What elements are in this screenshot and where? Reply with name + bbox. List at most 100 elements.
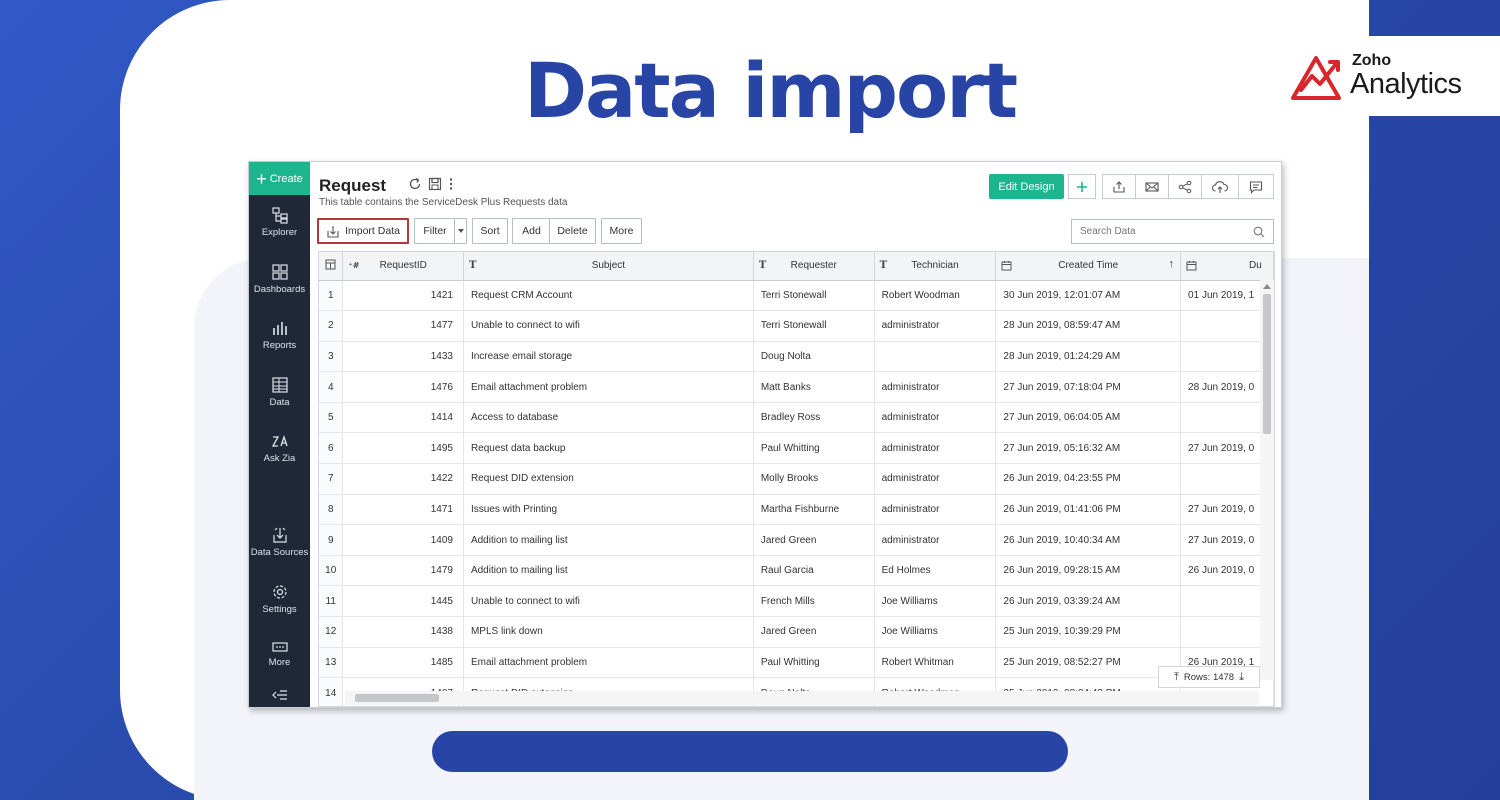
row-number[interactable]: 2 <box>319 310 344 342</box>
cell-created-time[interactable]: 27 Jun 2019, 05:16:32 AM <box>995 432 1182 465</box>
column-header-requestid[interactable]: ⁺# RequestID <box>342 252 464 281</box>
row-number[interactable]: 6 <box>319 432 344 465</box>
cell-created-time[interactable]: 27 Jun 2019, 07:18:04 PM <box>995 371 1182 403</box>
row-number[interactable]: 14 <box>319 677 344 706</box>
comments-button[interactable] <box>1238 174 1274 199</box>
cell-requester[interactable]: Martha Fishburne <box>753 494 875 526</box>
edit-design-button[interactable]: Edit Design <box>989 174 1064 199</box>
sidebar-item-explorer[interactable]: Explorer <box>249 206 310 256</box>
cell-subject[interactable]: Access to database <box>463 402 754 434</box>
cell-subject[interactable]: Email attachment problem <box>463 647 754 679</box>
row-number[interactable]: 12 <box>319 616 344 648</box>
cell-technician[interactable]: Ed Holmes <box>874 555 997 587</box>
cell-requester[interactable]: Paul Whitting <box>753 432 875 465</box>
cell-created-time[interactable]: 27 Jun 2019, 06:04:05 AM <box>995 402 1182 434</box>
row-number[interactable]: 5 <box>319 402 344 434</box>
cell-technician[interactable]: Robert Whitman <box>874 647 997 679</box>
row-number[interactable]: 3 <box>319 341 344 373</box>
sort-ascending-icon[interactable]: ↑ <box>1169 258 1175 270</box>
table-row[interactable]: 5 1414 Access to database Bradley Ross admin… <box>319 402 1274 434</box>
scroll-up-icon[interactable] <box>1263 283 1271 289</box>
scroll-bottom-icon[interactable]: ⤓ <box>1239 671 1244 684</box>
cell-subject[interactable]: Request data backup <box>463 432 754 465</box>
cell-technician[interactable] <box>874 341 997 373</box>
cell-requestid[interactable]: 1422 <box>342 463 464 495</box>
export-button[interactable] <box>1102 174 1136 199</box>
cell-requestid[interactable]: 1477 <box>342 310 464 342</box>
table-row[interactable]: 4 1476 Email attachment problem Matt Banks a… <box>319 371 1274 403</box>
cell-requestid[interactable]: 1409 <box>342 524 464 556</box>
row-number[interactable]: 11 <box>319 585 344 618</box>
column-header-subject[interactable]: T Subject <box>463 252 754 281</box>
table-row[interactable]: 1 1421 Request CRM Account Terri Stonewall R… <box>319 280 1274 312</box>
filter-dropdown[interactable] <box>454 218 467 244</box>
table-row[interactable]: 6 1495 Request data backup Paul Whitting adm… <box>319 432 1274 465</box>
vertical-scrollbar[interactable] <box>1260 280 1274 680</box>
cell-technician[interactable]: administrator <box>874 432 997 465</box>
table-row[interactable]: 3 1433 Increase email storage Doug Nolta 28 … <box>319 341 1274 373</box>
cell-subject[interactable]: MPLS link down <box>463 616 754 648</box>
cell-created-time[interactable]: 26 Jun 2019, 10:40:34 AM <box>995 524 1182 556</box>
cell-requestid[interactable]: 1471 <box>342 494 464 526</box>
cell-created-time[interactable]: 25 Jun 2019, 10:39:29 PM <box>995 616 1182 648</box>
cell-created-time[interactable]: 26 Jun 2019, 04:23:55 PM <box>995 463 1182 495</box>
table-row[interactable]: 13 1485 Email attachment problem Paul Whitt… <box>319 647 1274 679</box>
column-header-created-time[interactable]: Created Time ↑ <box>995 252 1182 281</box>
cell-technician[interactable]: administrator <box>874 524 997 556</box>
cell-requester[interactable]: Terri Stonewall <box>753 310 875 342</box>
kebab-menu-icon[interactable] <box>448 177 454 191</box>
sidebar-item-data[interactable]: Data <box>249 376 310 426</box>
cell-subject[interactable]: Increase email storage <box>463 341 754 373</box>
cell-subject[interactable]: Issues with Printing <box>463 494 754 526</box>
add-row-button[interactable]: Add <box>512 218 550 244</box>
cell-created-time[interactable]: 30 Jun 2019, 12:01:07 AM <box>995 280 1182 312</box>
cell-requester[interactable]: Doug Nolta <box>753 341 875 373</box>
share-button[interactable] <box>1168 174 1202 199</box>
cell-subject[interactable]: Email attachment problem <box>463 371 754 403</box>
table-row[interactable]: 12 1438 MPLS link down Jared Green Joe Willi… <box>319 616 1274 648</box>
cell-requestid[interactable]: 1445 <box>342 585 464 618</box>
table-row[interactable]: 11 1445 Unable to connect to wifi French Mi… <box>319 585 1274 618</box>
vertical-scroll-thumb[interactable] <box>1263 294 1271 434</box>
add-button[interactable] <box>1068 174 1096 199</box>
row-number[interactable]: 4 <box>319 371 344 403</box>
table-row[interactable]: 8 1471 Issues with Printing Martha Fishburn… <box>319 494 1274 526</box>
publish-button[interactable] <box>1201 174 1239 199</box>
column-header-requester[interactable]: T Requester <box>753 252 875 281</box>
row-number[interactable]: 13 <box>319 647 344 679</box>
sidebar-item-ask-zia[interactable]: Ask Zia <box>249 434 310 484</box>
cell-created-time[interactable]: 26 Jun 2019, 03:39:24 AM <box>995 585 1182 618</box>
sidebar-item-dashboards[interactable]: Dashboards <box>249 263 310 313</box>
cell-requester[interactable]: Terri Stonewall <box>753 280 875 312</box>
select-all-header[interactable] <box>319 252 344 281</box>
cell-requestid[interactable]: 1421 <box>342 280 464 312</box>
cell-technician[interactable]: administrator <box>874 402 997 434</box>
cell-requester[interactable]: Bradley Ross <box>753 402 875 434</box>
row-number[interactable]: 9 <box>319 524 344 556</box>
cell-technician[interactable]: Joe Williams <box>874 585 997 618</box>
row-number[interactable]: 1 <box>319 280 344 312</box>
cell-subject[interactable]: Unable to connect to wifi <box>463 585 754 618</box>
filter-button[interactable]: Filter <box>414 218 455 244</box>
table-row[interactable]: 9 1409 Addition to mailing list Jared Green… <box>319 524 1274 556</box>
table-row[interactable]: 2 1477 Unable to connect to wifi Terri Ston… <box>319 310 1274 342</box>
import-data-button[interactable]: Import Data <box>317 218 409 244</box>
cell-created-time[interactable]: 26 Jun 2019, 01:41:06 PM <box>995 494 1182 526</box>
sidebar-item-settings[interactable]: Settings <box>249 583 310 633</box>
sidebar-item-data-sources[interactable]: Data Sources <box>249 526 310 576</box>
cell-requester[interactable]: Jared Green <box>753 616 875 648</box>
row-number[interactable]: 7 <box>319 463 344 495</box>
cell-requestid[interactable]: 1414 <box>342 402 464 434</box>
cell-created-time[interactable]: 26 Jun 2019, 09:28:15 AM <box>995 555 1182 587</box>
cell-technician[interactable]: administrator <box>874 494 997 526</box>
collapse-sidebar-button[interactable] <box>249 689 310 705</box>
cell-technician[interactable]: administrator <box>874 463 997 495</box>
cell-requestid[interactable]: 1476 <box>342 371 464 403</box>
cell-created-time[interactable]: 28 Jun 2019, 08:59:47 AM <box>995 310 1182 342</box>
cell-created-time[interactable]: 28 Jun 2019, 01:24:29 AM <box>995 341 1182 373</box>
cell-subject[interactable]: Unable to connect to wifi <box>463 310 754 342</box>
column-header-technician[interactable]: T Technician <box>874 252 997 281</box>
cell-subject[interactable]: Addition to mailing list <box>463 555 754 587</box>
scroll-top-icon[interactable]: ⤒ <box>1174 671 1179 684</box>
row-number[interactable]: 10 <box>319 555 344 587</box>
